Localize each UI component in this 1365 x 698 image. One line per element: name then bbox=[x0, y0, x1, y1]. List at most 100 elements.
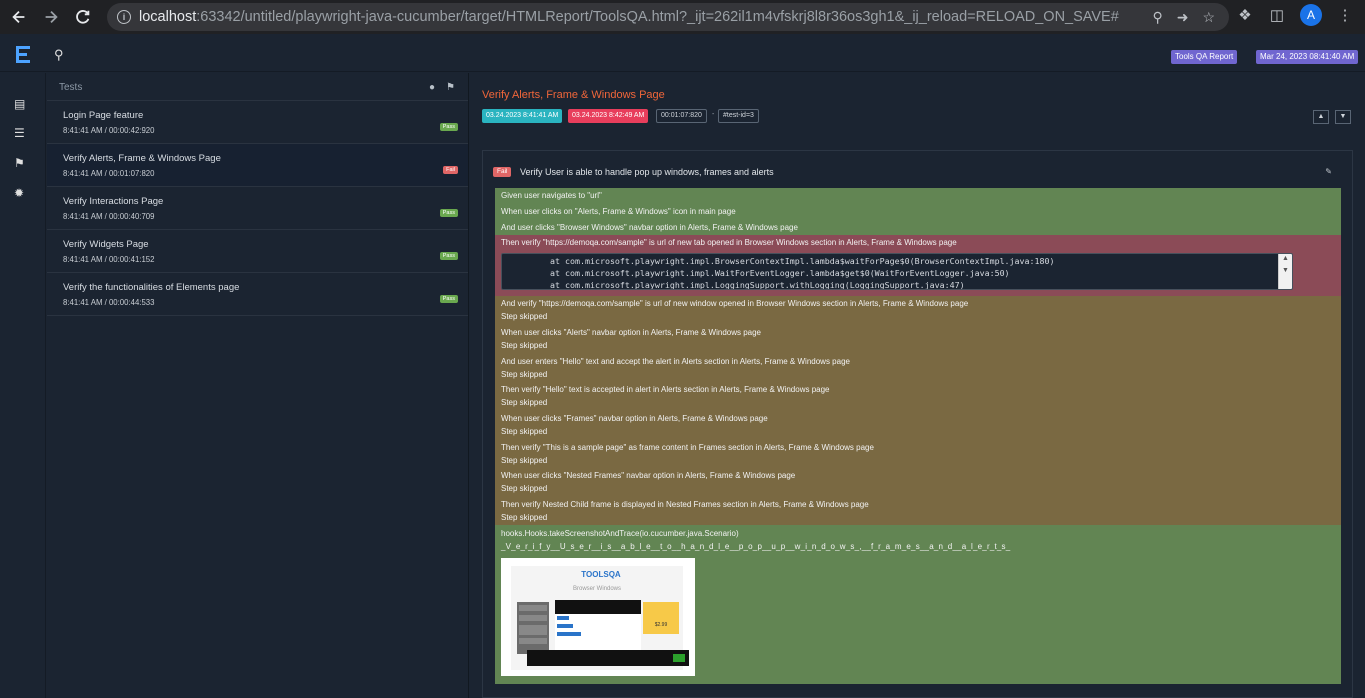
status-filter-icon[interactable]: ● bbox=[429, 82, 435, 93]
step-row: Then verify Nested Child frame is displa… bbox=[501, 500, 869, 509]
stacktrace-scrollbar[interactable]: ▲ ▼ bbox=[1278, 254, 1292, 289]
report-date-badge: Mar 24, 2023 08:41:40 AM bbox=[1256, 50, 1359, 64]
test-list-icon[interactable]: ☰ bbox=[14, 126, 25, 140]
screenshot-page-title: Browser Windows bbox=[573, 586, 621, 592]
step-row: Given user navigates to "url" bbox=[495, 188, 1341, 204]
collapse-up-button[interactable]: ▲ bbox=[1313, 110, 1329, 124]
test-time: 8:41:41 AM / 00:00:42:920 bbox=[63, 126, 155, 135]
forward-button[interactable] bbox=[38, 4, 64, 30]
step-skipped-label: Step skipped bbox=[501, 427, 548, 436]
test-time: 8:41:41 AM / 00:00:40:709 bbox=[63, 212, 155, 221]
scenario-card: Fail Verify User is able to handle pop u… bbox=[482, 150, 1353, 698]
tag-filter-icon[interactable]: ⚑ bbox=[446, 82, 455, 93]
scenario-status-badge: Fail bbox=[493, 166, 512, 177]
share-icon[interactable]: ➜ bbox=[1177, 9, 1189, 26]
skipped-steps-block: And verify "https://demoqa.com/sample" i… bbox=[495, 296, 1341, 525]
step-row: When user clicks "Nested Frames" navbar … bbox=[501, 471, 796, 480]
stacktrace-box[interactable]: at com.microsoft.playwright.impl.Browser… bbox=[501, 253, 1293, 290]
report-name-badge: Tools QA Report bbox=[1171, 50, 1238, 64]
step-skipped-label: Step skipped bbox=[501, 341, 548, 350]
separator-dash: - bbox=[712, 111, 715, 118]
step-skipped-label: Step skipped bbox=[501, 398, 548, 407]
screenshot-thumbnail[interactable]: TOOLSQA Browser Windows $2.99 bbox=[501, 558, 695, 676]
step-row: And verify "https://demoqa.com/sample" i… bbox=[501, 299, 969, 308]
side-panel-icon[interactable]: ◫ bbox=[1268, 6, 1286, 24]
step-skipped-label: Step skipped bbox=[501, 370, 548, 379]
test-time: 8:41:41 AM / 00:01:07:820 bbox=[63, 169, 155, 178]
url-path: :63342/untitled/playwright-java-cucumber… bbox=[196, 9, 1119, 25]
reload-button[interactable] bbox=[70, 4, 96, 30]
bookmark-star-icon[interactable]: ☆ bbox=[1202, 9, 1215, 26]
test-detail-title: Verify Alerts, Frame & Windows Page bbox=[482, 89, 665, 101]
tag-icon[interactable]: ⚑ bbox=[14, 156, 25, 170]
screenshot-ad-price: $2.99 bbox=[655, 622, 668, 628]
profile-avatar[interactable]: A bbox=[1300, 4, 1322, 26]
bug-icon[interactable]: ✹ bbox=[14, 186, 24, 200]
step-list: Given user navigates to "url" When user … bbox=[495, 188, 1341, 684]
back-arrow-icon bbox=[12, 10, 25, 24]
hook-block: hooks.Hooks.takeScreenshotAndTrace(io.cu… bbox=[495, 525, 1341, 684]
search-icon[interactable]: ⚲ bbox=[54, 47, 64, 63]
pin-icon[interactable]: ✎ bbox=[1325, 167, 1332, 176]
expand-down-button[interactable]: ▼ bbox=[1335, 110, 1351, 124]
browser-menu-icon[interactable]: ⋮ bbox=[1336, 6, 1354, 24]
step-text: Then verify "https://demoqa.com/sample" … bbox=[501, 238, 957, 247]
step-skipped-label: Step skipped bbox=[501, 312, 548, 321]
report-header: ⚲ Tools QA Report Mar 24, 2023 08:41:40 … bbox=[0, 38, 1365, 72]
forward-arrow-icon bbox=[45, 10, 58, 24]
stacktrace-line: at com.microsoft.playwright.impl.Browser… bbox=[550, 256, 1055, 266]
test-item[interactable]: Login Page feature 8:41:41 AM / 00:00:42… bbox=[47, 101, 468, 144]
address-bar[interactable]: i localhost:63342/untitled/playwright-ja… bbox=[107, 3, 1229, 31]
test-list-header: Tests ● ⚑ bbox=[47, 73, 468, 101]
url-host: localhost bbox=[139, 9, 197, 25]
hook-name: hooks.Hooks.takeScreenshotAndTrace(io.cu… bbox=[501, 529, 739, 538]
end-time-badge: 03.24.2023 8:42:49 AM bbox=[568, 109, 649, 123]
test-item[interactable]: Verify the functionalities of Elements p… bbox=[47, 273, 468, 316]
step-row: And user clicks "Browser Windows" navbar… bbox=[495, 220, 1341, 235]
stacktrace-text: at com.microsoft.playwright.impl.Browser… bbox=[502, 254, 1292, 289]
test-name: Verify Interactions Page bbox=[63, 196, 164, 207]
scenario-name: Verify User is able to handle pop up win… bbox=[519, 166, 774, 177]
stacktrace-line: at com.microsoft.playwright.impl.WaitFor… bbox=[550, 268, 1010, 278]
test-item[interactable]: Verify Alerts, Frame & Windows Page 8:41… bbox=[47, 144, 468, 187]
browser-toolbar: i localhost:63342/untitled/playwright-ja… bbox=[0, 0, 1365, 34]
status-badge: Pass bbox=[439, 295, 458, 303]
step-row: Then verify "This is a sample page" as f… bbox=[501, 443, 874, 452]
test-name: Verify Alerts, Frame & Windows Page bbox=[63, 153, 221, 164]
test-list-title: Tests bbox=[59, 82, 83, 93]
url-text[interactable]: localhost:63342/untitled/playwright-java… bbox=[139, 9, 1129, 25]
nav-rail: ▤ ☰ ⚑ ✹ bbox=[0, 73, 46, 698]
site-info-icon[interactable]: i bbox=[117, 10, 131, 24]
screenshot-image: TOOLSQA Browser Windows $2.99 bbox=[501, 558, 695, 676]
status-badge: Pass bbox=[439, 123, 458, 131]
extensions-icon[interactable]: ❖ bbox=[1236, 6, 1254, 24]
screenshot-logo-text: TOOLSQA bbox=[581, 570, 621, 579]
test-name: Verify Widgets Page bbox=[63, 239, 149, 250]
duration-badge: 00:01:07:820 bbox=[656, 109, 707, 123]
reload-icon bbox=[76, 10, 90, 24]
status-badge: Fail bbox=[443, 166, 458, 174]
test-item[interactable]: Verify Interactions Page 8:41:41 AM / 00… bbox=[47, 187, 468, 230]
test-item[interactable]: Verify Widgets Page 8:41:41 AM / 00:00:4… bbox=[47, 230, 468, 273]
hook-file[interactable]: _V_e_r_i_f_y__U_s_e_r__i_s__a_b_l_e__t_o… bbox=[495, 542, 1341, 552]
step-row: When user clicks "Alerts" navbar option … bbox=[501, 328, 762, 337]
extent-logo-icon[interactable] bbox=[14, 44, 32, 66]
failed-step-row: Then verify "https://demoqa.com/sample" … bbox=[495, 235, 1341, 296]
scroll-down-icon[interactable]: ▼ bbox=[1282, 267, 1289, 274]
test-time: 8:41:41 AM / 00:00:44:533 bbox=[63, 298, 155, 307]
test-time: 8:41:41 AM / 00:00:41:152 bbox=[63, 255, 155, 264]
zoom-icon[interactable]: ⚲ bbox=[1152, 9, 1162, 26]
status-badge: Pass bbox=[439, 252, 458, 260]
step-row: When user clicks "Frames" navbar option … bbox=[501, 414, 768, 423]
back-button[interactable] bbox=[6, 4, 32, 30]
step-skipped-label: Step skipped bbox=[501, 484, 548, 493]
dashboard-chart-icon[interactable]: ▤ bbox=[14, 97, 25, 111]
test-list-panel: Tests ● ⚑ Login Page feature 8:41:41 AM … bbox=[47, 73, 469, 698]
test-id-badge: #test-id=3 bbox=[718, 109, 759, 123]
scenario-header[interactable]: Fail Verify User is able to handle pop u… bbox=[493, 163, 774, 181]
test-name: Verify the functionalities of Elements p… bbox=[63, 282, 240, 293]
status-badge: Pass bbox=[439, 209, 458, 217]
test-detail-panel: Verify Alerts, Frame & Windows Page 03.2… bbox=[470, 73, 1365, 698]
start-time-badge: 03.24.2023 8:41:41 AM bbox=[482, 109, 563, 123]
scroll-up-icon[interactable]: ▲ bbox=[1282, 255, 1289, 262]
